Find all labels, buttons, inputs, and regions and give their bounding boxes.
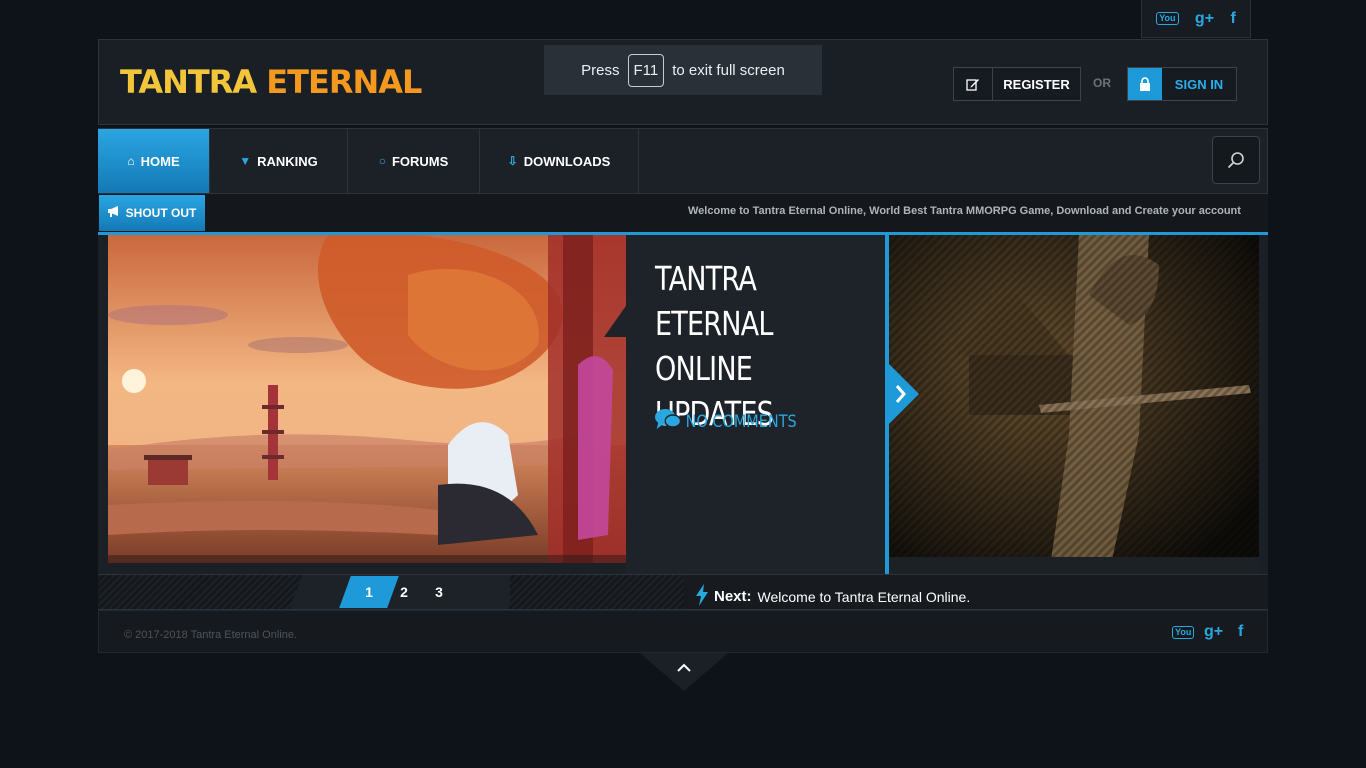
edit-icon [954, 68, 993, 100]
search-icon [1227, 152, 1244, 169]
nav-item-downloads[interactable]: ⇩ DOWNLOADS [480, 129, 639, 193]
fullscreen-suffix: to exit full screen [672, 61, 785, 79]
slider-next-arrow[interactable] [889, 364, 919, 424]
logo-part-1: TANTRA [120, 63, 257, 101]
youtube-icon[interactable]: You [1156, 12, 1179, 25]
footer-youtube-icon[interactable]: You [1172, 626, 1195, 639]
nav-item-ranking[interactable]: ▼ RANKING [210, 129, 348, 193]
facebook-icon[interactable]: f [1230, 10, 1235, 27]
back-to-top-button[interactable] [640, 653, 728, 691]
google-plus-icon[interactable]: g+ [1195, 10, 1214, 27]
comments-label: NO COMMENTS [685, 411, 797, 432]
page-3-button[interactable]: 3 [430, 584, 448, 600]
nav-label: FORUMS [391, 153, 449, 169]
shoutout-label: SHOUT OUT [99, 195, 205, 231]
shoutout-label-text: SHOUT OUT [125, 206, 197, 220]
comments-link[interactable]: NO COMMENTS [655, 408, 797, 435]
next-label: Next: [714, 588, 752, 605]
logo-part-2: ETERNAL [266, 63, 422, 101]
hatch-left [99, 575, 304, 609]
nav-item-forums[interactable]: ○ FORUMS [348, 129, 480, 193]
page-2-button[interactable]: 2 [395, 584, 413, 600]
search-button[interactable] [1212, 136, 1260, 184]
featured-image[interactable] [108, 235, 626, 563]
featured-artwork [108, 235, 626, 563]
site-logo[interactable]: TANTRA ETERNAL [120, 62, 422, 102]
trophy-icon: ▼ [239, 154, 252, 168]
lightning-icon [696, 584, 708, 609]
nav-label: HOME [140, 153, 180, 169]
slide-preview[interactable] [885, 235, 1259, 574]
nav-label: RANKING [257, 153, 318, 169]
caption-notch [604, 303, 628, 337]
footer-google-plus-icon[interactable]: g+ [1204, 624, 1223, 640]
next-slide-link[interactable]: Next: Welcome to Tantra Eternal Online. [696, 584, 970, 609]
fullscreen-prefix: Press [581, 61, 620, 79]
or-separator: OR [1093, 76, 1111, 90]
nav-item-home[interactable]: ⌂ HOME [98, 129, 210, 193]
comments-icon [655, 408, 682, 435]
fullscreen-notice: Press F11 to exit full screen [544, 45, 822, 95]
lock-icon [1128, 68, 1162, 100]
nav-label: DOWNLOADS [523, 153, 611, 169]
chat-icon: ○ [378, 154, 386, 168]
sign-in-button[interactable]: SIGN IN [1127, 67, 1237, 101]
download-icon: ⇩ [507, 154, 518, 168]
preview-artwork [889, 235, 1259, 574]
register-button[interactable]: REGISTER [953, 67, 1081, 101]
megaphone-icon [107, 206, 120, 220]
home-icon: ⌂ [127, 154, 135, 168]
fullscreen-key: F11 [627, 53, 665, 87]
sign-in-label: SIGN IN [1174, 76, 1224, 92]
footer-facebook-icon[interactable]: f [1238, 624, 1243, 640]
shoutout-ticker: Welcome to Tantra Eternal Online, World … [688, 205, 1241, 217]
top-social-bar: You g+ f [1141, 0, 1251, 38]
hatch-right [510, 575, 684, 609]
register-label: REGISTER [1003, 76, 1070, 92]
page-1-button[interactable]: 1 [360, 584, 378, 600]
copyright-text: © 2017-2018 Tantra Eternal Online. [124, 629, 298, 641]
next-text: Welcome to Tantra Eternal Online. [757, 588, 971, 605]
